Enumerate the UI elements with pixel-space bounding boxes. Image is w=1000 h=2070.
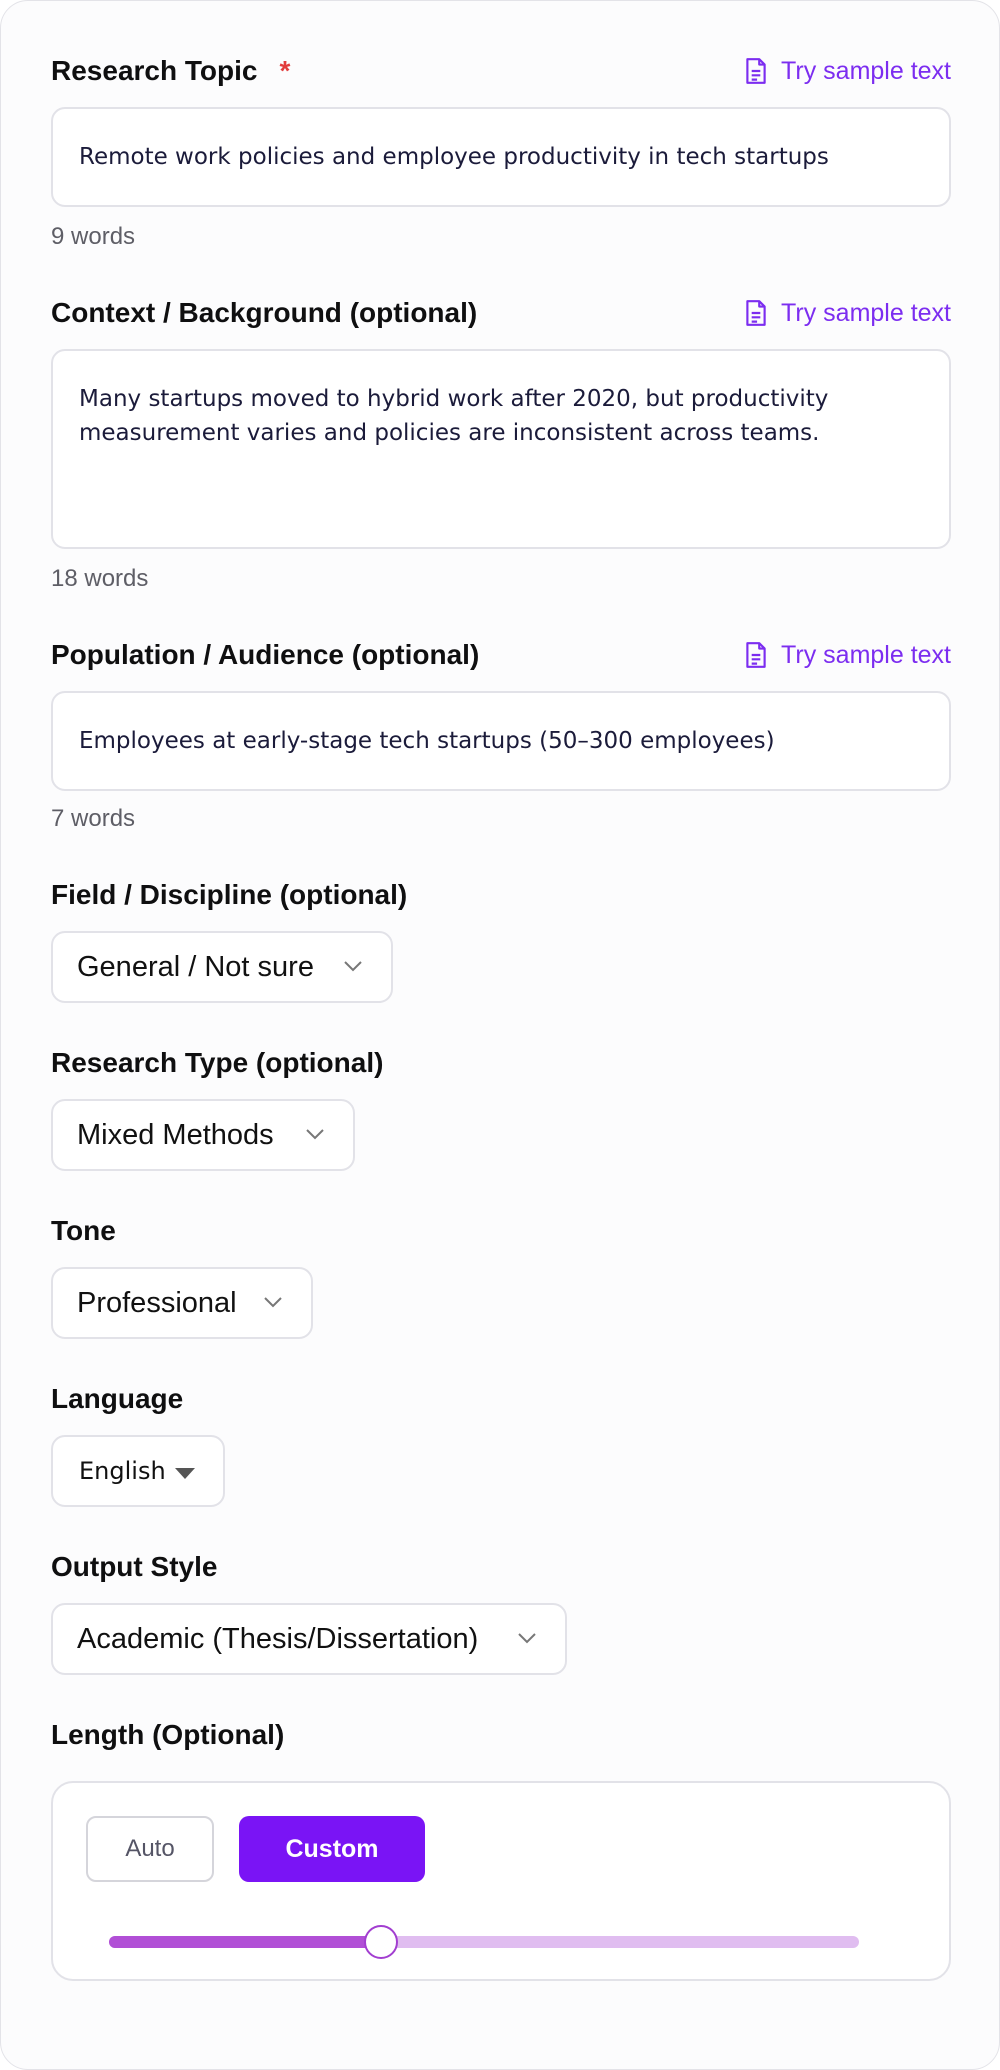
chevron-down-icon	[264, 1297, 282, 1308]
slider-fill	[109, 1936, 382, 1948]
output-style-select[interactable]: Academic (Thesis/Dissertation)	[51, 1603, 567, 1675]
context-sample-link[interactable]: Try sample text	[743, 293, 951, 333]
length-label: Length (Optional)	[51, 1719, 285, 1750]
document-icon	[746, 642, 766, 668]
research-topic-input[interactable]: Remote work policies and employee produc…	[51, 107, 951, 207]
output-style-label: Output Style	[51, 1551, 218, 1582]
research-type-label: Research Type (optional)	[51, 1047, 384, 1078]
tone-header: Tone	[51, 1211, 951, 1251]
context-textarea[interactable]: Many startups moved to hybrid work after…	[51, 349, 951, 549]
research-topic-header: Research Topic * Try sample text	[51, 51, 951, 91]
sample-link-label: Try sample text	[781, 640, 951, 669]
tone-label: Tone	[51, 1215, 116, 1246]
research-topic-sample-link[interactable]: Try sample text	[743, 51, 951, 91]
population-header: Population / Audience (optional) Try sam…	[51, 635, 951, 675]
language-select[interactable]: English	[51, 1435, 225, 1507]
chevron-down-icon	[306, 1129, 324, 1140]
population-value: Employees at early-stage tech startups (…	[79, 728, 775, 754]
custom-length-button[interactable]: Custom	[239, 1816, 425, 1882]
length-slider[interactable]	[109, 1923, 859, 1959]
population-label: Population / Audience (optional)	[51, 639, 480, 670]
population-sample-link[interactable]: Try sample text	[743, 635, 951, 675]
chevron-down-icon	[518, 1633, 536, 1644]
research-topic-value: Remote work policies and employee produc…	[79, 144, 829, 170]
language-header: Language	[51, 1379, 951, 1419]
length-header: Length (Optional)	[51, 1715, 951, 1755]
document-icon	[746, 300, 766, 326]
research-form-card: Research Topic * Try sample text Remote w…	[0, 0, 1000, 2070]
length-panel: Auto Custom	[51, 1781, 951, 1981]
field-label: Field / Discipline (optional)	[51, 879, 408, 910]
output-style-header: Output Style	[51, 1547, 951, 1587]
population-input[interactable]: Employees at early-stage tech startups (…	[51, 691, 951, 791]
context-header: Context / Background (optional) Try samp…	[51, 293, 951, 333]
research-type-selected-value: Mixed Methods	[77, 1118, 274, 1151]
tone-selected-value: Professional	[77, 1286, 237, 1319]
context-word-count: 18 words	[51, 565, 149, 592]
document-icon	[746, 58, 766, 84]
auto-length-button[interactable]: Auto	[86, 1816, 214, 1882]
field-select[interactable]: General / Not sure	[51, 931, 393, 1003]
population-word-count: 7 words	[51, 805, 136, 832]
field-selected-value: General / Not sure	[77, 950, 314, 983]
slider-thumb[interactable]	[364, 1925, 399, 1959]
tone-select[interactable]: Professional	[51, 1267, 313, 1339]
research-topic-label: Research Topic *	[51, 55, 291, 86]
chevron-down-icon	[344, 961, 362, 972]
research-type-select[interactable]: Mixed Methods	[51, 1099, 355, 1171]
context-value: Many startups moved to hybrid work after…	[79, 386, 829, 446]
field-header: Field / Discipline (optional)	[51, 875, 951, 915]
language-label: Language	[51, 1383, 184, 1414]
research-type-header: Research Type (optional)	[51, 1043, 951, 1083]
sample-link-label: Try sample text	[781, 298, 951, 327]
language-selected-value: English	[79, 1457, 166, 1485]
context-label: Context / Background (optional)	[51, 297, 478, 328]
required-asterisk: *	[279, 55, 291, 86]
sample-link-label: Try sample text	[781, 56, 951, 85]
research-topic-word-count: 9 words	[51, 223, 136, 250]
output-style-selected-value: Academic (Thesis/Dissertation)	[77, 1622, 479, 1655]
caret-down-icon	[175, 1468, 195, 1479]
